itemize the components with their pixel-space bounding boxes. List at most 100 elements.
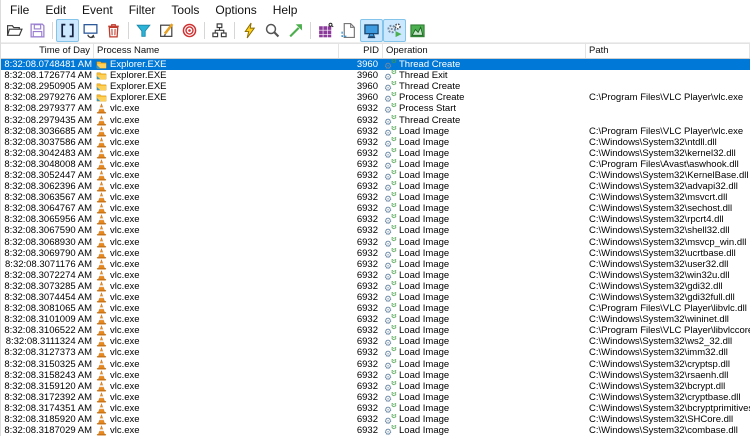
event-row[interactable]: 8:32:08.3127373 AM vlc.exe 6932 ⚙ ⚙ Load Imag…: [1, 347, 750, 358]
menu-item-filter[interactable]: Filter: [121, 1, 164, 19]
event-row[interactable]: 8:32:08.3172392 AM vlc.exe 6932 ⚙ ⚙ Load Imag…: [1, 392, 750, 403]
column-header-path[interactable]: Path: [586, 44, 750, 58]
event-row[interactable]: 8:32:08.3187029 AM vlc.exe 6932 ⚙ ⚙ Load Imag…: [1, 425, 750, 436]
event-row[interactable]: 8:32:08.3150325 AM vlc.exe 6932 ⚙ ⚙ Load Imag…: [1, 359, 750, 370]
event-row[interactable]: 8:32:08.2979276 AM Explorer.EXE 3960 ⚙ ⚙ Proc…: [1, 92, 750, 103]
event-row[interactable]: 8:32:08.3071176 AM vlc.exe 6932 ⚙ ⚙ Load Imag…: [1, 259, 750, 270]
event-row[interactable]: 8:32:08.3052447 AM vlc.exe 6932 ⚙ ⚙ Load Imag…: [1, 170, 750, 181]
event-row[interactable]: 8:32:08.3064767 AM vlc.exe 6932 ⚙ ⚙ Load Imag…: [1, 203, 750, 214]
operation-cell: ⚙ ⚙ Load Image: [383, 159, 586, 170]
menu-item-edit[interactable]: Edit: [37, 1, 74, 19]
vlc-cone-icon: [96, 159, 107, 170]
filter-button[interactable]: [132, 19, 155, 42]
process-tree-button[interactable]: [208, 19, 231, 42]
pid-cell: 6932: [356, 203, 378, 215]
vlc-cone-icon: [96, 103, 107, 114]
event-row[interactable]: 8:32:08.3159120 AM vlc.exe 6932 ⚙ ⚙ Load Imag…: [1, 381, 750, 392]
column-header-pid[interactable]: PID: [339, 44, 383, 58]
vlc-cone-icon: [96, 181, 107, 192]
pid-cell: 6932: [356, 314, 378, 326]
event-row[interactable]: 8:32:08.3048008 AM vlc.exe 6932 ⚙ ⚙ Load Imag…: [1, 159, 750, 170]
event-row[interactable]: 8:32:08.3158243 AM vlc.exe 6932 ⚙ ⚙ Load Imag…: [1, 370, 750, 381]
time-of-day-cell: 8:32:08.3069790 AM: [4, 247, 92, 259]
event-row[interactable]: 8:32:08.3069790 AM vlc.exe 6932 ⚙ ⚙ Load Imag…: [1, 248, 750, 259]
event-row[interactable]: 8:32:08.3065956 AM vlc.exe 6932 ⚙ ⚙ Load Imag…: [1, 214, 750, 225]
operation-text: Load Image: [399, 258, 450, 270]
process-name-cell: vlc.exe: [94, 403, 339, 414]
menu-item-help[interactable]: Help: [265, 1, 306, 19]
operation-gears-icon: ⚙ ⚙: [384, 236, 397, 248]
operation-gears-icon: ⚙ ⚙: [384, 391, 397, 403]
event-row[interactable]: 8:32:08.3081065 AM vlc.exe 6932 ⚙ ⚙ Load Imag…: [1, 303, 750, 314]
column-header-time-of-day[interactable]: Time of Day: [1, 44, 94, 58]
event-row[interactable]: 8:32:08.3062396 AM vlc.exe 6932 ⚙ ⚙ Load Imag…: [1, 181, 750, 192]
menu-item-event[interactable]: Event: [74, 1, 121, 19]
event-row[interactable]: 8:32:08.3101009 AM vlc.exe 6932 ⚙ ⚙ Load Imag…: [1, 314, 750, 325]
event-row[interactable]: 8:32:08.3067590 AM vlc.exe 6932 ⚙ ⚙ Load Imag…: [1, 225, 750, 236]
path-cell: C:\Windows\System32\cryptsp.dll: [589, 358, 730, 370]
process-name-cell: vlc.exe: [94, 159, 339, 170]
event-row[interactable]: 8:32:08.3042483 AM vlc.exe 6932 ⚙ ⚙ Load Imag…: [1, 148, 750, 159]
pid-cell: 6932: [356, 225, 378, 237]
event-row[interactable]: 8:32:08.3111324 AM vlc.exe 6932 ⚙ ⚙ Load Imag…: [1, 336, 750, 347]
event-row[interactable]: 8:32:08.3174351 AM vlc.exe 6932 ⚙ ⚙ Load Imag…: [1, 403, 750, 414]
vlc-cone-icon: [96, 336, 107, 347]
operation-cell: ⚙ ⚙ Thread Create: [383, 81, 586, 92]
operation-text: Load Image: [399, 192, 450, 204]
event-row[interactable]: 8:32:08.3037586 AM vlc.exe 6932 ⚙ ⚙ Load Imag…: [1, 137, 750, 148]
path-cell: C:\Windows\System32\advapi32.dll: [589, 181, 738, 193]
process-name-text: vlc.exe: [110, 369, 140, 381]
event-row[interactable]: 8:32:08.3073285 AM vlc.exe 6932 ⚙ ⚙ Load Imag…: [1, 281, 750, 292]
event-row[interactable]: 8:32:08.3072274 AM vlc.exe 6932 ⚙ ⚙ Load Imag…: [1, 270, 750, 281]
capture-brackets-icon: [59, 22, 76, 39]
event-row[interactable]: 8:32:08.3185920 AM vlc.exe 6932 ⚙ ⚙ Load Imag…: [1, 414, 750, 425]
event-list[interactable]: 8:32:08.0748481 AM Explorer.EXE 3960 ⚙ ⚙ Thre…: [1, 59, 750, 436]
process-name-cell: vlc.exe: [94, 325, 339, 336]
boot-logging-button[interactable]: [238, 19, 261, 42]
event-row[interactable]: 8:32:08.2950905 AM Explorer.EXE 3960 ⚙ ⚙ Thre…: [1, 81, 750, 92]
operation-gears-icon: ⚙ ⚙: [384, 303, 397, 315]
show-network-activity-button[interactable]: [360, 19, 383, 42]
pid-cell: 6932: [356, 347, 378, 359]
toolbar: [1, 19, 750, 43]
open-button[interactable]: [3, 19, 26, 42]
save-button[interactable]: [26, 19, 49, 42]
pid-cell: 6932: [356, 114, 378, 126]
time-of-day-cell: 8:32:08.3068930 AM: [4, 236, 92, 248]
show-process-thread-activity-button[interactable]: [383, 19, 406, 42]
capture-button[interactable]: [56, 19, 79, 42]
vlc-cone-icon: [96, 303, 107, 314]
menu-item-file[interactable]: File: [2, 1, 37, 19]
operation-text: Thread Create: [399, 114, 461, 126]
column-header-operation[interactable]: Operation: [383, 44, 586, 58]
jump-to-button[interactable]: [284, 19, 307, 42]
show-profiling-events-button[interactable]: [406, 19, 429, 42]
path-cell: C:\Windows\System32\ws2_32.dll: [589, 336, 733, 348]
event-row[interactable]: 8:32:08.1726774 AM Explorer.EXE 3960 ⚙ ⚙ Thre…: [1, 70, 750, 81]
find-button[interactable]: [261, 19, 284, 42]
time-of-day-cell: 8:32:08.3074454 AM: [4, 292, 92, 304]
event-row[interactable]: 8:32:08.3036685 AM vlc.exe 6932 ⚙ ⚙ Load Imag…: [1, 126, 750, 137]
include-process-from-window-button[interactable]: [178, 19, 201, 42]
event-row[interactable]: 8:32:08.3074454 AM vlc.exe 6932 ⚙ ⚙ Load Imag…: [1, 292, 750, 303]
clear-button[interactable]: [102, 19, 125, 42]
event-row[interactable]: 8:32:08.3068930 AM vlc.exe 6932 ⚙ ⚙ Load Imag…: [1, 237, 750, 248]
menu-item-options[interactable]: Options: [207, 1, 264, 19]
time-of-day-cell: 8:32:08.3187029 AM: [4, 425, 92, 436]
show-registry-activity-button[interactable]: [314, 19, 337, 42]
path-cell: C:\Windows\System32\KernelBase.dll: [589, 169, 749, 181]
event-row[interactable]: 8:32:08.0748481 AM Explorer.EXE 3960 ⚙ ⚙ Thre…: [1, 59, 750, 71]
column-header-process-name[interactable]: Process Name: [94, 44, 339, 58]
operation-cell: ⚙ ⚙ Load Image: [383, 392, 586, 403]
event-row[interactable]: 8:32:08.3063567 AM vlc.exe 6932 ⚙ ⚙ Load Imag…: [1, 192, 750, 203]
menu-item-tools[interactable]: Tools: [163, 1, 207, 19]
event-row[interactable]: 8:32:08.2979435 AM vlc.exe 6932 ⚙ ⚙ Thread Cr…: [1, 114, 750, 126]
show-filesystem-activity-button[interactable]: [337, 19, 360, 42]
event-row[interactable]: 8:32:08.2979377 AM vlc.exe 6932 ⚙ ⚙ Process S…: [1, 103, 750, 114]
autoscroll-button[interactable]: [79, 19, 102, 42]
operation-cell: ⚙ ⚙ Load Image: [383, 137, 586, 148]
process-name-cell: Explorer.EXE: [94, 59, 339, 70]
process-name-cell: vlc.exe: [94, 270, 339, 281]
highlight-button[interactable]: [155, 19, 178, 42]
event-row[interactable]: 8:32:08.3106522 AM vlc.exe 6932 ⚙ ⚙ Load Imag…: [1, 325, 750, 336]
